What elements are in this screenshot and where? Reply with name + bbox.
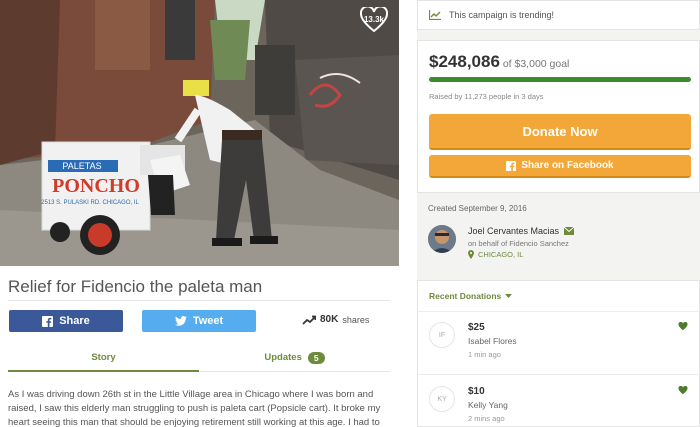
tab-updates-label: Updates — [264, 352, 302, 363]
updates-count-badge: 5 — [307, 351, 325, 364]
heart-icon[interactable] — [678, 386, 688, 395]
recent-donations-dropdown[interactable]: Recent Donations — [429, 291, 513, 301]
shares-label: shares — [342, 314, 370, 325]
donation-item: IF $25 Isabel Flores 1 min ago — [418, 314, 700, 374]
campaign-photo-illustration: PALETAS PONCHO 2513 S. PULASKI RD. CHICA… — [0, 0, 399, 266]
trending-text: This campaign is trending! — [449, 10, 555, 20]
raised-amount: $248,086 — [429, 52, 500, 71]
share-twitter-label: Tweet — [192, 315, 224, 327]
share-facebook-button[interactable]: Share — [9, 310, 123, 332]
donation-time: 1 min ago — [468, 350, 501, 359]
twitter-icon — [174, 316, 187, 326]
donation-amount: $25 — [468, 322, 485, 333]
share-twitter-button[interactable]: Tweet — [142, 310, 256, 332]
goal-text: of $3,000 goal — [502, 58, 570, 70]
trending-arrow-icon — [302, 315, 316, 325]
share-count: 80K shares — [302, 314, 369, 325]
organizer-behalf: on behalf of Fidencio Sanchez — [468, 239, 569, 248]
divider — [418, 311, 699, 312]
heart-icon[interactable] — [678, 322, 688, 331]
tab-story[interactable]: Story — [8, 344, 199, 372]
heart-count: 13.3k — [363, 15, 385, 24]
campaign-photo: PALETAS PONCHO 2513 S. PULASKI RD. CHICA… — [0, 0, 399, 266]
tab-story-label: Story — [91, 351, 116, 363]
raised-summary: $248,086 of $3,000 goal — [429, 52, 569, 72]
donation-sidebar: This campaign is trending! $248,086 of $… — [417, 0, 700, 427]
facebook-icon — [506, 160, 517, 171]
progress-fill — [429, 77, 691, 82]
funding-panel: $248,086 of $3,000 goal Raised by 11,273… — [417, 40, 700, 193]
share-on-facebook-label: Share on Facebook — [521, 160, 614, 171]
recent-donations-label: Recent Donations — [429, 291, 502, 301]
story-text: As I was driving down 26th st in the Lit… — [8, 389, 381, 427]
donate-now-label: Donate Now — [522, 123, 598, 139]
donor-name: Kelly Yang — [468, 400, 508, 410]
donor-avatar: IF — [429, 322, 455, 348]
donor-name: Isabel Flores — [468, 336, 517, 346]
organizer-card: Joel Cervantes Macias on behalf of Fiden… — [428, 222, 690, 262]
raised-by-text: Raised by 11,273 people in 3 days — [429, 92, 544, 101]
facebook-icon — [42, 315, 54, 327]
organizer-location: CHICAGO, IL — [468, 250, 523, 259]
donor-avatar: KY — [429, 386, 455, 412]
envelope-icon[interactable] — [564, 227, 575, 235]
donation-amount: $10 — [468, 386, 485, 397]
organizer-name[interactable]: Joel Cervantes Macias — [468, 226, 559, 236]
heart-badge[interactable]: 13.3k — [360, 7, 388, 33]
content-tabs: Story Updates 5 — [8, 344, 390, 372]
divider — [418, 374, 699, 375]
created-date: Created September 9, 2016 — [428, 204, 527, 213]
avatar-image — [428, 225, 456, 253]
divider — [8, 300, 390, 301]
organizer-location-text: CHICAGO, IL — [478, 250, 524, 259]
donate-now-button[interactable]: Donate Now — [429, 114, 691, 150]
trending-banner: This campaign is trending! — [417, 0, 700, 30]
donation-time: 2 mins ago — [468, 414, 505, 423]
recent-donations-panel: Recent Donations IF $25 Isabel Flores 1 … — [417, 280, 700, 427]
svg-text:2513 S. PULASKI RD. CHICAGO, I: 2513 S. PULASKI RD. CHICAGO, IL — [41, 200, 139, 206]
svg-text:PONCHO: PONCHO — [52, 175, 140, 197]
campaign-title: Relief for Fidencio the paleta man — [8, 277, 263, 296]
chevron-down-icon — [505, 293, 513, 298]
progress-bar — [429, 77, 691, 82]
share-facebook-label: Share — [59, 315, 90, 327]
shares-count: 80K — [320, 314, 339, 325]
organizer-name-row: Joel Cervantes Macias — [468, 226, 575, 236]
tab-updates[interactable]: Updates 5 — [199, 344, 390, 372]
share-on-facebook-button[interactable]: Share on Facebook — [429, 155, 691, 178]
campaign-main: PALETAS PONCHO 2513 S. PULASKI RD. CHICA… — [0, 0, 399, 427]
trending-chart-icon — [429, 10, 441, 20]
organizer-avatar[interactable] — [428, 225, 456, 253]
donation-item: KY $10 Kelly Yang 2 mins ago — [418, 378, 700, 427]
svg-text:PALETAS: PALETAS — [62, 161, 101, 171]
location-pin-icon — [468, 250, 474, 259]
